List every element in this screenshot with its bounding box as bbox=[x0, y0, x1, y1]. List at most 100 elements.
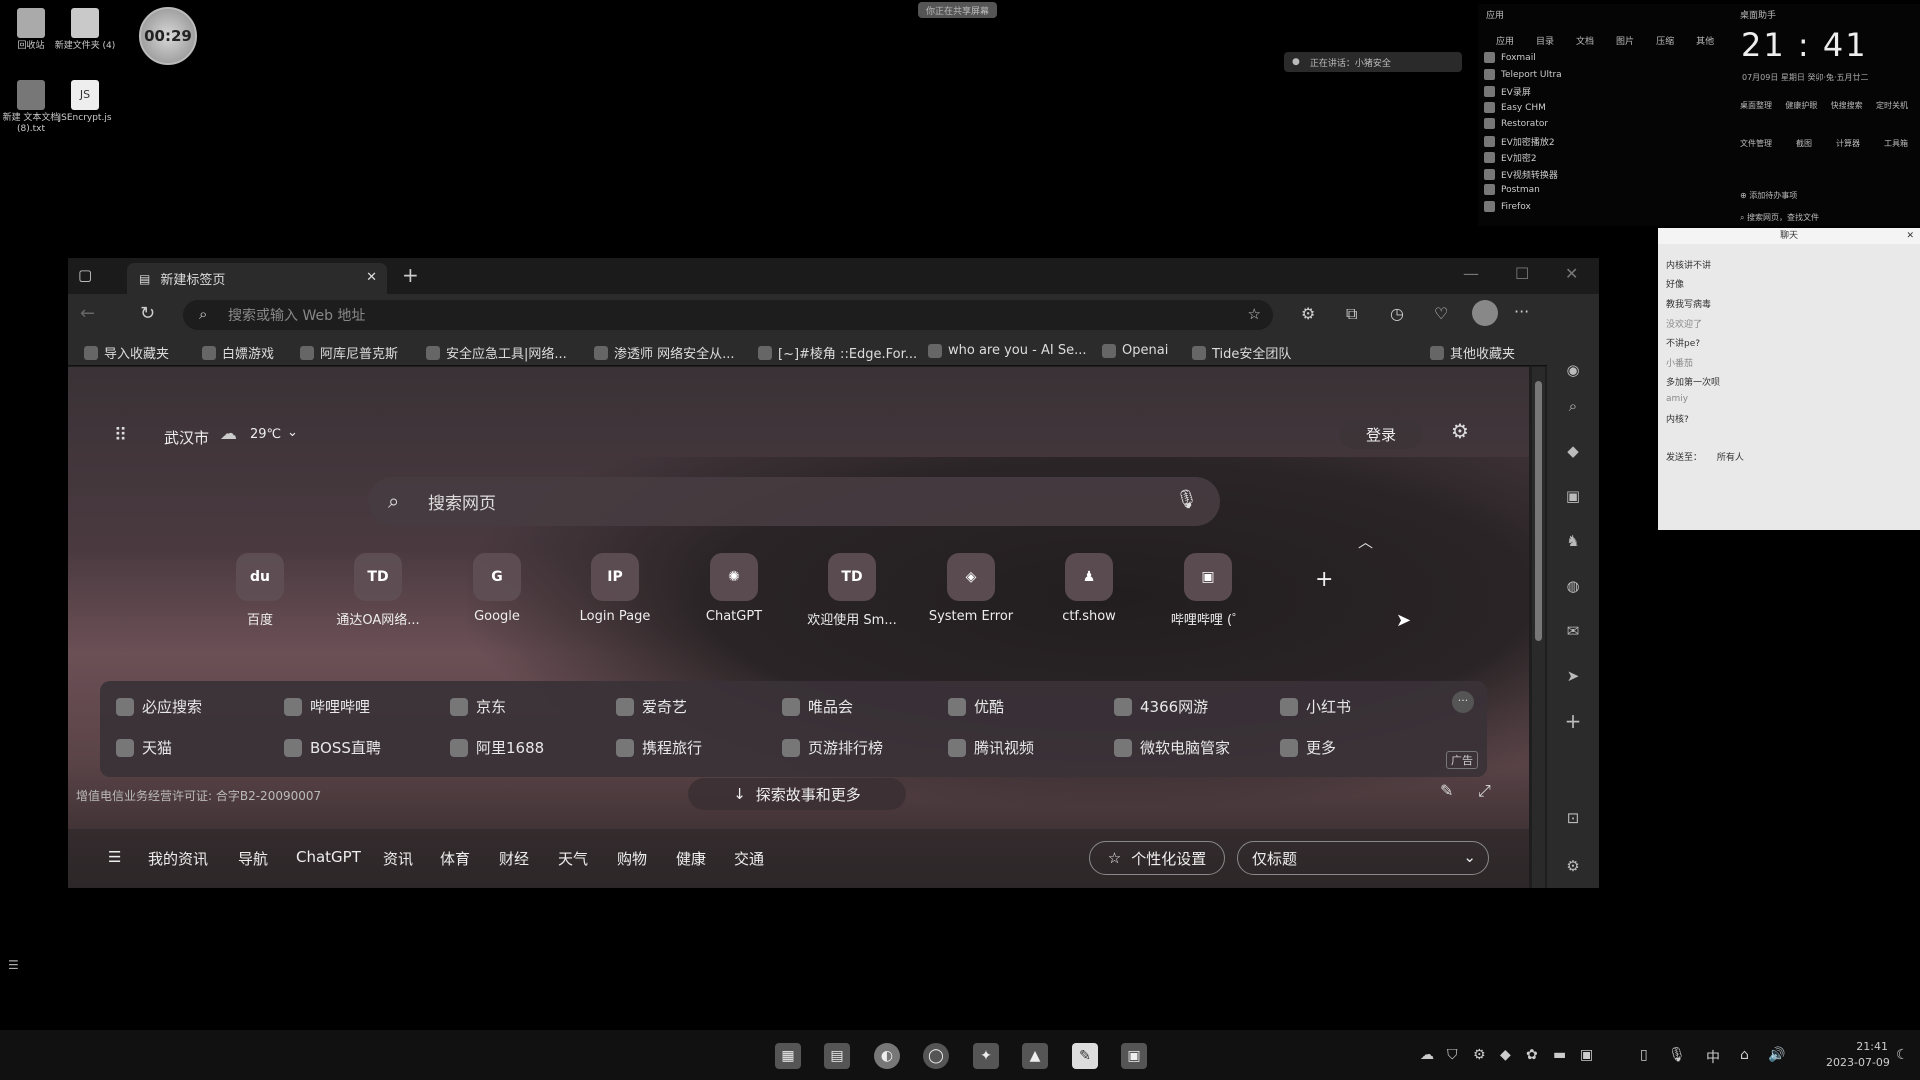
sidebar-search-icon[interactable]: ⌕ bbox=[1563, 396, 1583, 416]
network-icon[interactable]: ⌂ bbox=[1740, 1047, 1749, 1063]
launcher-tab[interactable]: 其他 bbox=[1696, 34, 1714, 47]
fav-item[interactable]: who are you - AI Se... bbox=[928, 343, 1086, 358]
tray-battery-icon[interactable]: ▯ bbox=[1640, 1047, 1648, 1063]
temperature[interactable]: 29℃ bbox=[250, 427, 281, 442]
launcher-tab[interactable]: 应用 bbox=[1496, 34, 1514, 47]
tool-item[interactable]: 工具箱 bbox=[1884, 138, 1908, 149]
ime-indicator[interactable]: 中 bbox=[1706, 1047, 1720, 1067]
taskbar-app-icon[interactable]: ▦ bbox=[775, 1043, 801, 1069]
fav-item[interactable]: 阿库尼普克斯 bbox=[300, 343, 398, 362]
promo-link[interactable]: 优酷 bbox=[948, 696, 1004, 717]
promo-link[interactable]: 携程旅行 bbox=[616, 737, 702, 758]
history-icon[interactable]: ◷ bbox=[1390, 304, 1404, 323]
launcher-app[interactable]: Firefox bbox=[1484, 201, 1531, 212]
sidebar-m365-icon[interactable]: ◍ bbox=[1563, 576, 1583, 596]
tool-item[interactable]: 计算器 bbox=[1836, 138, 1860, 149]
sidebar-settings-icon[interactable]: ⚙ bbox=[1563, 856, 1583, 876]
chevron-down-icon[interactable]: ⌄ bbox=[287, 425, 298, 440]
tab-new-tab[interactable]: ▤ 新建标签页 ✕ bbox=[127, 263, 387, 294]
promo-link[interactable]: 微软电脑管家 bbox=[1114, 737, 1230, 758]
launcher-app[interactable]: Easy CHM bbox=[1484, 102, 1546, 113]
news-tab[interactable]: ChatGPT bbox=[296, 848, 361, 866]
taskbar-app-icon[interactable]: ▣ bbox=[1121, 1043, 1147, 1069]
fav-item[interactable]: [~]#棱角 ::Edge.For... bbox=[758, 343, 917, 362]
screen-share-notice[interactable]: 你正在共享屏幕 bbox=[918, 2, 998, 18]
news-tab[interactable]: 导航 bbox=[238, 848, 268, 869]
launcher-search[interactable]: ⌕ 搜索网页，查找文件 bbox=[1740, 212, 1819, 223]
back-icon[interactable]: ← bbox=[80, 303, 95, 324]
add-quick-link-icon[interactable]: + bbox=[1315, 567, 1333, 592]
tray-app-icon[interactable]: ▬ bbox=[1553, 1047, 1566, 1063]
minimize-icon[interactable]: — bbox=[1463, 264, 1479, 283]
promo-link[interactable]: 京东 bbox=[450, 696, 506, 717]
sidebar-outlook-icon[interactable]: ✉ bbox=[1563, 621, 1583, 641]
quick-link[interactable]: IP Login Page bbox=[561, 553, 669, 624]
tray-shield-icon[interactable]: ⛉ bbox=[1447, 1047, 1458, 1063]
explore-more-button[interactable]: ↓ 探索故事和更多 bbox=[688, 778, 906, 810]
promo-link[interactable]: 必应搜索 bbox=[116, 696, 202, 717]
launcher-app[interactable]: Restorator bbox=[1484, 118, 1548, 129]
tool-item[interactable]: 文件管理 bbox=[1740, 138, 1772, 149]
maximize-icon[interactable]: ☐ bbox=[1515, 264, 1529, 283]
settings-gear-icon[interactable]: ⚙ bbox=[1451, 419, 1469, 443]
collections-icon[interactable]: ⧉ bbox=[1346, 304, 1357, 324]
tray-app-icon[interactable]: ✿ bbox=[1526, 1047, 1538, 1063]
launcher-app[interactable]: EV录屏 bbox=[1484, 85, 1531, 98]
license-text[interactable]: 增值电信业务经营许可证: 合字B2-20090007 bbox=[76, 787, 321, 804]
desktop-icon-js-file[interactable]: JS JSEncrypt.js bbox=[54, 80, 116, 124]
news-tab[interactable]: 财经 bbox=[499, 848, 529, 869]
chat-close-icon[interactable]: ✕ bbox=[1906, 228, 1914, 244]
news-tab[interactable]: 交通 bbox=[734, 848, 764, 869]
promo-link[interactable]: 腾讯视频 bbox=[948, 737, 1034, 758]
taskbar-app-icon[interactable]: ▲ bbox=[1022, 1043, 1048, 1069]
promo-link[interactable]: 页游排行榜 bbox=[782, 737, 883, 758]
tray-app-icon[interactable]: ◆ bbox=[1500, 1047, 1511, 1063]
quick-link[interactable]: du 百度 bbox=[206, 553, 314, 628]
desktop-icon-folder[interactable]: 新建文件夹 (4) bbox=[54, 8, 116, 52]
launcher-app[interactable]: EV加密2 bbox=[1484, 151, 1537, 164]
sidebar-add-icon[interactable]: + bbox=[1563, 709, 1583, 733]
launcher-app[interactable]: EV视频转换器 bbox=[1484, 168, 1558, 181]
taskbar-time[interactable]: 21:41 bbox=[1832, 1040, 1888, 1053]
refresh-icon[interactable]: ↻ bbox=[140, 303, 155, 324]
news-tab[interactable]: 资讯 bbox=[383, 848, 413, 869]
tray-cloud-icon[interactable]: ☁ bbox=[1420, 1047, 1434, 1063]
profile-avatar[interactable] bbox=[1472, 300, 1498, 326]
sidebar-games-icon[interactable]: ♞ bbox=[1563, 531, 1583, 551]
more-menu-icon[interactable]: ··· bbox=[1514, 302, 1529, 321]
launcher-tab[interactable]: 压缩 bbox=[1656, 34, 1674, 47]
sidebar-screenshot-icon[interactable]: ⊡ bbox=[1563, 808, 1583, 828]
tool-item[interactable]: 截图 bbox=[1796, 138, 1812, 149]
tool-item[interactable]: 健康护眼 bbox=[1785, 100, 1817, 111]
fav-item[interactable]: Openai bbox=[1102, 343, 1168, 358]
view-select[interactable]: 仅标题 ⌄ bbox=[1237, 841, 1489, 875]
collapse-chevron-up-icon[interactable]: ︿ bbox=[1358, 531, 1373, 552]
tray-settings-icon[interactable]: ⚙ bbox=[1473, 1047, 1486, 1063]
tool-item[interactable]: 快搜搜索 bbox=[1831, 100, 1863, 111]
scroll-thumb[interactable] bbox=[1535, 381, 1542, 641]
tool-item[interactable]: 桌面整理 bbox=[1740, 100, 1772, 111]
meeting-speaker-bar[interactable]: ● 正在讲话：小猪安全 bbox=[1284, 52, 1462, 72]
news-tab[interactable]: 健康 bbox=[676, 848, 706, 869]
news-menu-icon[interactable]: ☰ bbox=[108, 848, 121, 866]
promo-link[interactable]: 小红书 bbox=[1280, 696, 1351, 717]
favorite-star-icon[interactable]: ☆ bbox=[1248, 305, 1261, 323]
sidebar-tools-icon[interactable]: ▣ bbox=[1563, 486, 1583, 506]
microphone-icon[interactable]: 🎙 bbox=[1175, 489, 1198, 510]
quick-link[interactable]: ♟ ctf.show bbox=[1035, 553, 1143, 624]
sidebar-copilot-icon[interactable]: ◉ bbox=[1563, 360, 1583, 380]
fav-item[interactable]: 渗透师 网络安全从... bbox=[594, 343, 735, 362]
quick-link[interactable]: TD 欢迎使用 Sm... bbox=[798, 553, 906, 628]
edit-background-icon[interactable]: ✎ bbox=[1440, 781, 1453, 800]
promo-link[interactable]: 4366网游 bbox=[1114, 696, 1208, 717]
taskbar-app-icon[interactable]: ✦ bbox=[973, 1043, 999, 1069]
close-tab-icon[interactable]: ✕ bbox=[366, 270, 377, 285]
apps-grid-icon[interactable]: ⠿ bbox=[114, 425, 127, 446]
taskbar-app-icon[interactable]: ◯ bbox=[923, 1043, 949, 1069]
launcher-app[interactable]: Teleport Ultra bbox=[1484, 69, 1562, 80]
tray-app-icon[interactable]: ▣ bbox=[1580, 1047, 1593, 1063]
file-explorer-icon[interactable]: ▤ bbox=[824, 1043, 850, 1069]
promo-link[interactable]: 哔哩哔哩 bbox=[284, 696, 370, 717]
news-tab[interactable]: 天气 bbox=[558, 848, 588, 869]
launcher-app[interactable]: Foxmail bbox=[1484, 52, 1536, 63]
